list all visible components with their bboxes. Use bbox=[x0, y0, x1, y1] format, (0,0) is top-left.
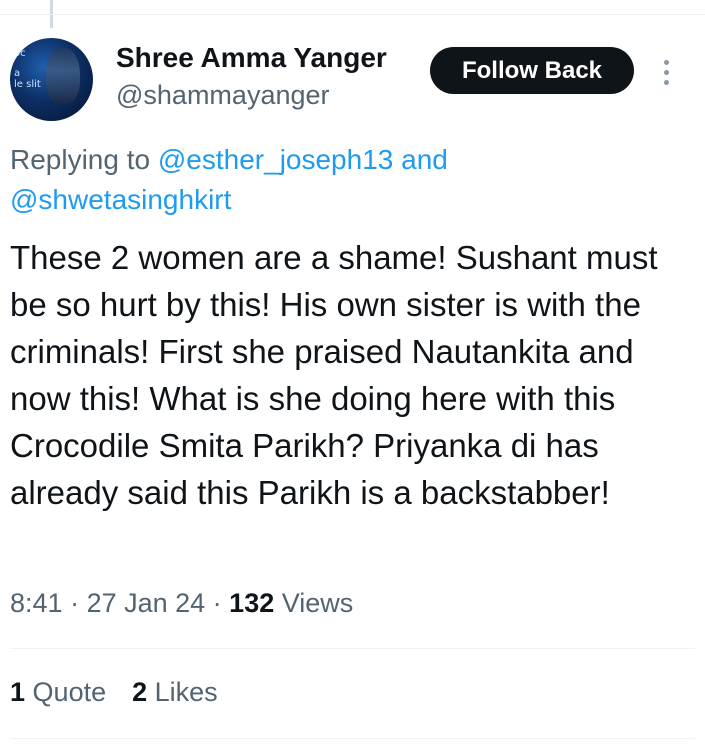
tweet-text: These 2 women are a shame! Sushant must … bbox=[10, 239, 658, 511]
author-display-name[interactable]: Shree Amma Yanger bbox=[116, 42, 387, 74]
avatar-overlay-text: le slit bbox=[14, 79, 41, 90]
likes-label: Likes bbox=[154, 677, 218, 707]
views-label: Views bbox=[281, 588, 354, 618]
reply-prefix: Replying to bbox=[10, 144, 158, 175]
reply-conjunction: and bbox=[393, 144, 448, 175]
divider bbox=[10, 648, 695, 649]
tweet-date[interactable]: 27 Jan 24 bbox=[87, 588, 206, 618]
mention-link[interactable]: @shwetasinghkirt bbox=[10, 184, 231, 215]
avatar-overlay-text: oc bbox=[14, 48, 26, 59]
quotes-count: 1 bbox=[10, 677, 26, 707]
more-dot bbox=[663, 79, 669, 85]
quotes-stat[interactable]: 1 Quote bbox=[10, 677, 106, 708]
more-dot bbox=[663, 69, 669, 75]
tweet-meta: 8:41 · 27 Jan 24 · 132 Views bbox=[10, 588, 354, 618]
more-dot bbox=[663, 59, 669, 65]
reply-context: Replying to @esther_joseph13 and @shweta… bbox=[10, 140, 570, 220]
follow-back-button[interactable]: Follow Back bbox=[430, 47, 634, 94]
avatar[interactable]: oc a le slit bbox=[10, 38, 93, 121]
views-count: 132 bbox=[229, 588, 275, 618]
mention-link[interactable]: @esther_joseph13 bbox=[158, 144, 393, 175]
more-vertical-icon[interactable] bbox=[652, 52, 680, 92]
engagement-stats: 1 Quote 2 Likes bbox=[10, 677, 218, 708]
likes-count: 2 bbox=[132, 677, 148, 707]
author-handle[interactable]: @shammayanger bbox=[116, 80, 330, 111]
avatar-overlay-text: a bbox=[14, 68, 21, 79]
likes-stat[interactable]: 2 Likes bbox=[132, 677, 218, 708]
top-divider bbox=[0, 14, 705, 15]
tweet-time[interactable]: 8:41 bbox=[10, 588, 63, 618]
avatar-portrait bbox=[46, 48, 80, 104]
quotes-label: Quote bbox=[32, 677, 107, 707]
divider bbox=[10, 738, 695, 739]
